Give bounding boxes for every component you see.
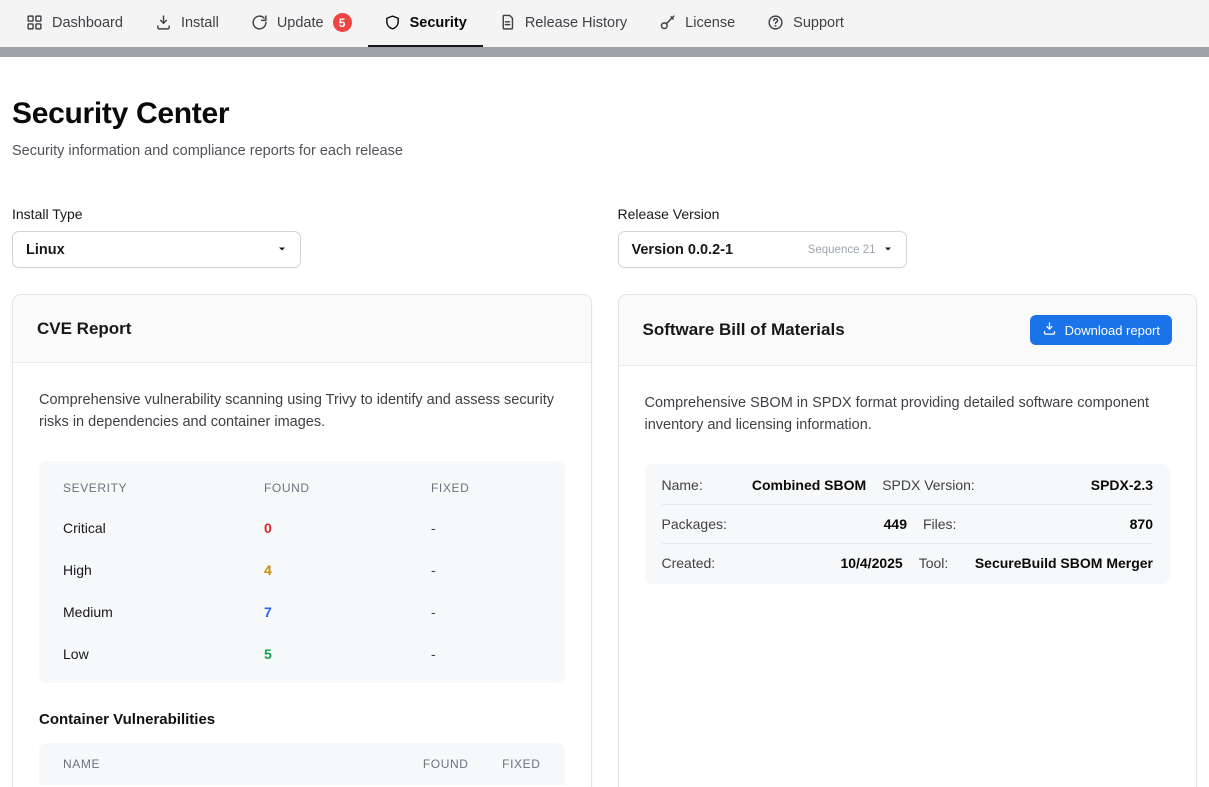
update-count-badge: 5 [333,13,352,32]
sbom-field-value: 449 [743,516,907,532]
severity-row-high: High 4 - [63,549,541,591]
sbom-field-label: SPDX Version: [882,477,975,493]
main-content: Security Center Security information and… [0,57,1209,787]
severity-found-count: 5 [264,646,431,662]
report-cards: CVE Report Comprehensive vulnerability s… [12,294,1197,787]
severity-label: Medium [63,604,264,620]
cve-report-body: Comprehensive vulnerability scanning usi… [13,363,591,787]
severity-table: SEVERITY FOUND FIXED Critical 0 - High 4… [39,461,565,683]
container-vulnerabilities-title: Container Vulnerabilities [39,711,565,728]
fixed-col-header: FIXED [469,757,541,771]
severity-table-header: SEVERITY FOUND FIXED [63,467,541,507]
nav-item-release-history[interactable]: Release History [483,0,643,47]
severity-fixed-value: - [431,646,541,662]
cve-report-card: CVE Report Comprehensive vulnerability s… [12,294,592,787]
download-report-button[interactable]: Download report [1030,315,1172,345]
sbom-title: Software Bill of Materials [643,320,845,340]
nav-item-update[interactable]: Update 5 [235,0,368,47]
security-shield-icon [384,14,401,31]
nav-item-support[interactable]: Support [751,0,860,47]
sbom-field-label: Created: [662,555,716,571]
nav-label-update: Update [277,15,324,31]
severity-label: Critical [63,520,264,536]
sbom-card: Software Bill of Materials Download repo… [618,294,1198,787]
found-col-header: FOUND [264,481,431,495]
nav-label-dashboard: Dashboard [52,15,123,31]
license-key-icon [659,14,676,31]
chevron-down-icon [883,241,893,259]
release-version-select[interactable]: Version 0.0.2-1 Sequence 21 [618,231,907,268]
severity-row-low: Low 5 - [63,633,541,675]
sbom-info-table: Name: Combined SBOM SPDX Version: SPDX-2… [645,464,1171,584]
sbom-header: Software Bill of Materials Download repo… [619,295,1197,366]
install-type-select[interactable]: Linux [12,231,301,268]
sbom-field-value: 10/4/2025 [731,555,903,571]
cve-report-title: CVE Report [37,319,131,339]
fixed-col-header: FIXED [431,481,541,495]
install-type-filter: Install Type Linux [12,206,592,268]
severity-fixed-value: - [431,562,541,578]
container-vulnerabilities-header: NAME FOUND FIXED [39,743,565,785]
nav-item-dashboard[interactable]: Dashboard [10,0,139,47]
nav-item-license[interactable]: License [643,0,751,47]
install-icon [155,14,172,31]
sbom-field-label: Packages: [662,516,727,532]
chevron-down-icon [277,241,287,259]
install-type-value: Linux [26,242,65,258]
download-icon [1042,321,1057,339]
nav-label-release-history: Release History [525,15,627,31]
page-subtitle: Security information and compliance repo… [12,143,1197,159]
severity-fixed-value: - [431,604,541,620]
severity-label: Low [63,646,264,662]
nav-item-install[interactable]: Install [139,0,235,47]
sbom-info-row: Created: 10/4/2025 Tool: SecureBuild SBO… [662,544,1154,582]
release-history-icon [499,14,516,31]
nav-label-install: Install [181,15,219,31]
severity-row-medium: Medium 7 - [63,591,541,633]
sbom-field-value: Combined SBOM [719,477,866,493]
sbom-field-value: SecureBuild SBOM Merger [964,555,1153,571]
release-version-label: Release Version [618,206,1198,222]
update-icon [251,14,268,31]
top-navigation: Dashboard Install Update 5 Security Rele… [0,0,1209,47]
filters-row: Install Type Linux Release Version Versi… [12,206,1197,268]
dashboard-icon [26,14,43,31]
severity-found-count: 7 [264,604,431,620]
sbom-info-row: Packages: 449 Files: 870 [662,505,1154,544]
nav-item-security[interactable]: Security [368,0,483,47]
sbom-info-row: Name: Combined SBOM SPDX Version: SPDX-2… [662,466,1154,505]
sbom-description: Comprehensive SBOM in SPDX format provid… [645,393,1171,437]
nav-label-support: Support [793,15,844,31]
severity-label: High [63,562,264,578]
severity-found-count: 0 [264,520,431,536]
sbom-field-value: SPDX-2.3 [991,477,1153,493]
sbom-field-label: Name: [662,477,703,493]
sbom-body: Comprehensive SBOM in SPDX format provid… [619,366,1197,611]
cve-report-header: CVE Report [13,295,591,363]
name-col-header: NAME [63,757,379,771]
release-version-value: Version 0.0.2-1 [632,242,734,258]
support-help-icon [767,14,784,31]
divider-bar [0,47,1209,57]
severity-fixed-value: - [431,520,541,536]
sbom-field-label: Tool: [919,555,949,571]
sbom-field-label: Files: [923,516,956,532]
nav-label-license: License [685,15,735,31]
nav-label-security: Security [410,15,467,31]
sbom-field-value: 870 [972,516,1153,532]
cve-report-description: Comprehensive vulnerability scanning usi… [39,390,565,434]
install-type-label: Install Type [12,206,592,222]
severity-found-count: 4 [264,562,431,578]
found-col-header: FOUND [379,757,469,771]
download-report-label: Download report [1065,323,1160,338]
severity-row-critical: Critical 0 - [63,507,541,549]
sequence-label: Sequence 21 [808,244,876,256]
page-title: Security Center [12,97,1197,131]
release-version-filter: Release Version Version 0.0.2-1 Sequence… [618,206,1198,268]
severity-col-header: SEVERITY [63,481,264,495]
